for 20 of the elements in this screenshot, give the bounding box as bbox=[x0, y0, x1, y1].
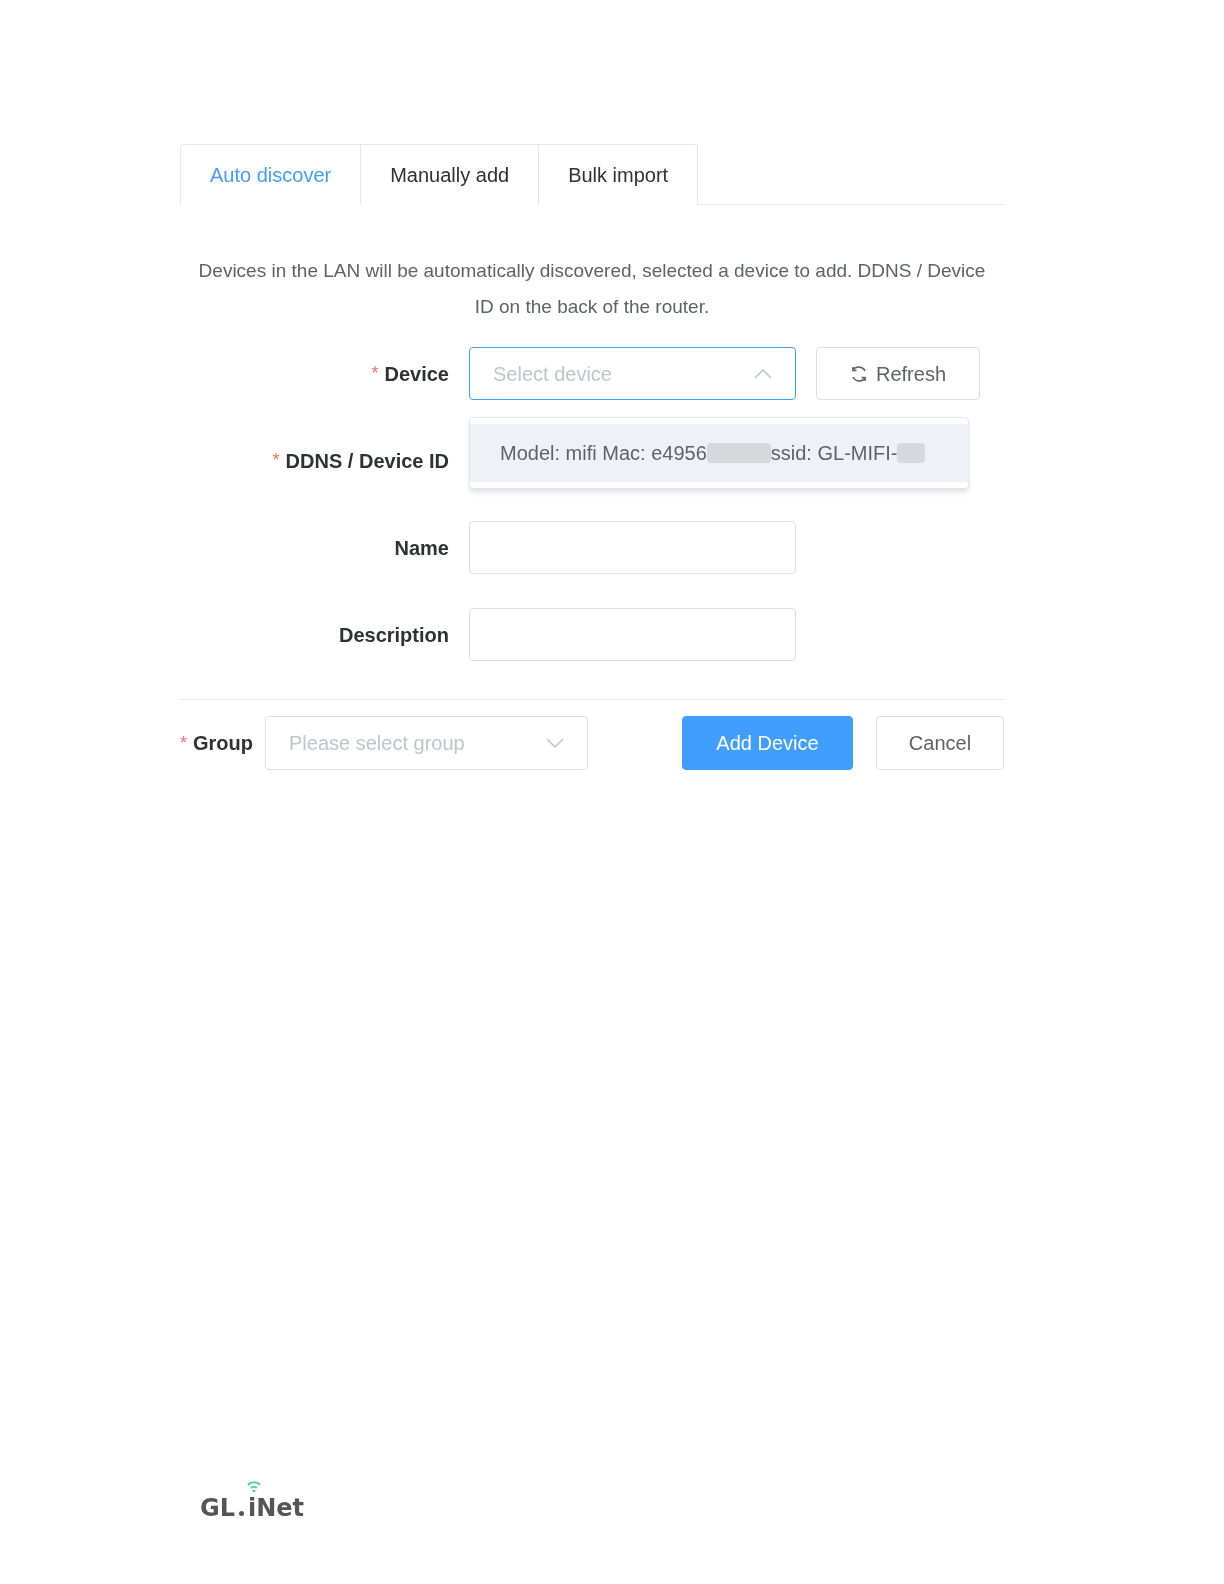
text-input[interactable] bbox=[469, 521, 796, 574]
required-asterisk: * bbox=[180, 731, 187, 755]
chevron-up-icon bbox=[754, 368, 772, 379]
refresh-icon bbox=[850, 364, 868, 383]
field-label: Description bbox=[338, 622, 449, 648]
tab[interactable]: Bulk import bbox=[539, 144, 699, 205]
required-asterisk: * bbox=[371, 362, 379, 385]
intro-text: Devices in the LAN will be automatically discovered, selected a device to add. DDNS / Device ID on the back of the router. bbox=[197, 259, 987, 319]
chevron-down-icon bbox=[546, 738, 564, 748]
field-label: Group bbox=[193, 731, 253, 756]
dropdown-option[interactable]: Model: mifi Mac: e4956 ssid: GL-MIFI- bbox=[470, 424, 968, 482]
cancel-button[interactable]: Cancel bbox=[876, 716, 1004, 770]
gl-inet-logo: GL iNet bbox=[200, 1478, 305, 1526]
field-label: DDNS / Device ID bbox=[285, 448, 449, 474]
field-label: Name bbox=[394, 535, 449, 561]
tab[interactable]: Manually add bbox=[361, 144, 540, 205]
text-input[interactable] bbox=[469, 608, 796, 661]
refresh-button[interactable]: Refresh bbox=[816, 347, 980, 400]
field-label: Device bbox=[384, 361, 449, 387]
required-asterisk: * bbox=[272, 449, 280, 472]
